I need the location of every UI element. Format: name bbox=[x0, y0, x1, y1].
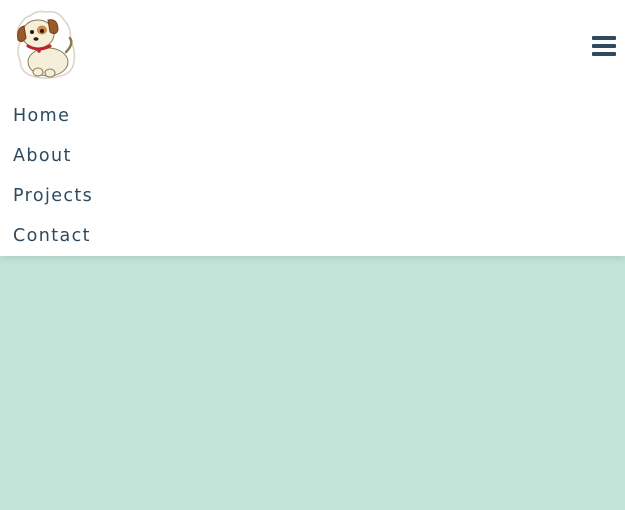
site-header: Home About Projects Contact bbox=[0, 0, 625, 256]
menu-toggle-button[interactable] bbox=[592, 36, 616, 56]
puppy-icon bbox=[16, 10, 76, 79]
nav-item-home[interactable]: Home bbox=[0, 96, 625, 136]
main-nav: Home About Projects Contact bbox=[0, 96, 625, 256]
nav-item-contact[interactable]: Contact bbox=[0, 216, 625, 256]
logo-link[interactable] bbox=[12, 10, 78, 80]
nav-item-about[interactable]: About bbox=[0, 136, 625, 176]
nav-item-projects[interactable]: Projects bbox=[0, 176, 625, 216]
page-content-area bbox=[0, 256, 625, 510]
